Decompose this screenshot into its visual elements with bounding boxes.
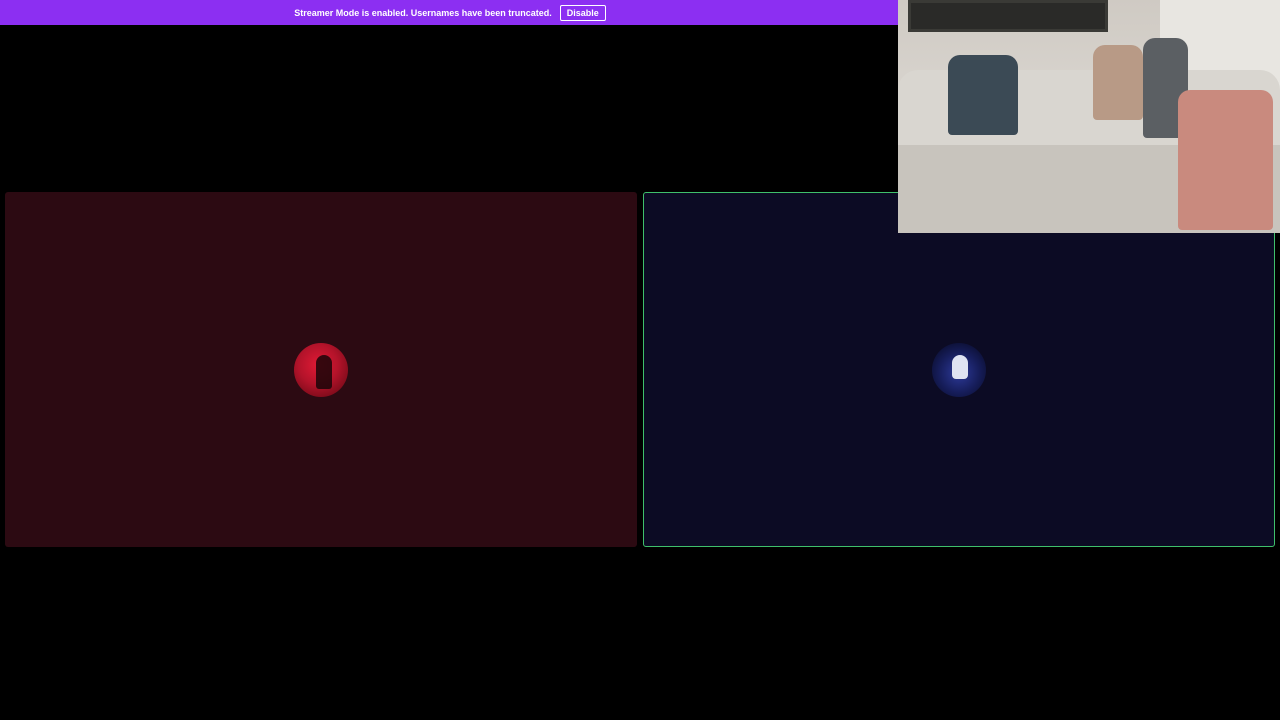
webcam-person-2 <box>1093 45 1143 120</box>
red-moon-avatar-icon <box>316 354 332 389</box>
disable-streamer-mode-button[interactable]: Disable <box>559 4 606 21</box>
blue-character-avatar-icon <box>952 354 968 379</box>
voice-tile-right[interactable] <box>643 192 1275 547</box>
webcam-window-background <box>908 0 1108 32</box>
webcam-person-1 <box>948 55 1018 135</box>
user-avatar-left[interactable] <box>294 342 348 397</box>
streamer-mode-banner: Streamer Mode is enabled. Usernames have… <box>0 0 900 25</box>
webcam-overlay <box>898 0 1280 233</box>
streamer-mode-message: Streamer Mode is enabled. Usernames have… <box>294 7 552 18</box>
webcam-person-4 <box>1178 90 1273 230</box>
voice-tile-left[interactable] <box>5 192 637 547</box>
user-avatar-right[interactable] <box>932 342 986 397</box>
